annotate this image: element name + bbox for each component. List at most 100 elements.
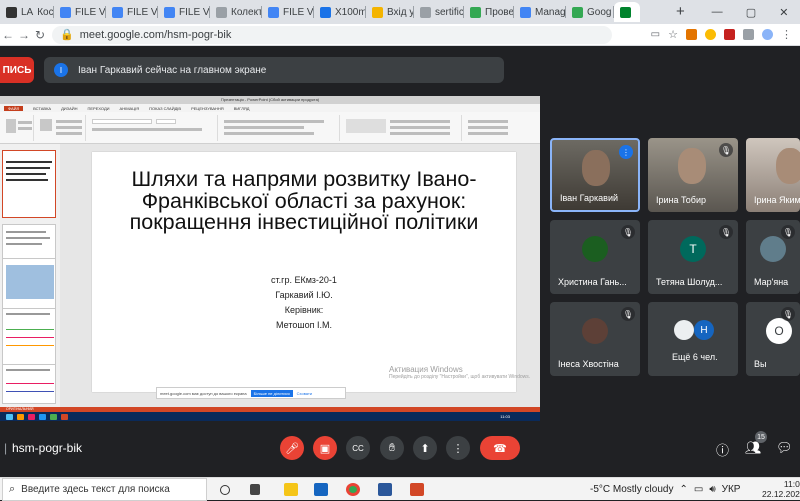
participant-tile[interactable]: О 🎙︎ Вы [746,302,800,376]
tab-label: FILE VI [283,6,314,18]
meeting-code-separator: | [4,441,8,455]
extension-icon[interactable] [705,29,716,40]
cortana-icon[interactable] [220,485,230,495]
more-options-button[interactable]: ⋮ [446,436,470,460]
tab-favicon-icon [520,6,531,18]
tab-label: Прове [485,6,514,18]
tray-chevron-icon[interactable]: ⌃ [679,484,687,495]
slide-thumbnail[interactable] [2,150,56,218]
menu-dots-icon[interactable]: ⋮ [781,28,792,41]
tab-label: FILE VI [75,6,106,18]
more-vert-icon: ⋮ [452,442,464,455]
close-icon[interactable]: ✕ [779,6,788,19]
tab-label: FILE VI [127,6,158,18]
ribbon-tab: ФАЙЛ [4,105,24,111]
slide-author: Гаркавий І.Ю. [275,290,333,300]
browser-tab[interactable]: × [614,2,640,22]
browser-tab[interactable]: sertific× [414,2,464,22]
slide-thumbnails [0,144,60,407]
captions-icon: CC [352,443,364,453]
taskbar-search[interactable]: ⌕ Введите здесь текст для поиска [2,478,207,501]
info-icon[interactable]: ⓘ [716,440,729,459]
stop-sharing-button[interactable]: Більше не ділитися [250,389,293,397]
puzzle-icon[interactable] [743,29,754,40]
chrome-icon[interactable] [346,483,360,496]
captions-button[interactable]: CC [346,436,370,460]
tab-favicon-icon [420,6,431,18]
reload-icon[interactable]: ↻ [32,28,48,42]
maximize-icon[interactable]: ▢ [746,6,756,19]
browser-tab[interactable]: X100m× [314,2,366,22]
raise-hand-button[interactable]: ✋︎ [380,436,404,460]
browser-tab[interactable]: Вхід у× [366,2,414,22]
chat-icon[interactable]: 💬︎ [776,440,793,456]
slide-thumbnail[interactable] [2,308,56,368]
microphone-toggle[interactable]: 🎤︎ [280,436,304,460]
weather-text[interactable]: -5°C Mostly cloudy [590,484,673,495]
participant-tile[interactable]: Н Ещё 6 чел. [648,302,738,376]
powerpoint-icon[interactable] [410,483,424,496]
network-icon[interactable]: ▭ [694,484,703,495]
taskbar-app-icon [61,413,68,420]
windows-taskbar: ⌕ Введите здесь текст для поиска -5°C Mo… [0,477,800,501]
address-bar[interactable]: 🔒 meet.google.com/hsm-pogr-bik [52,25,612,44]
extension-icon[interactable] [686,29,697,40]
back-icon[interactable]: ← [0,28,16,42]
browser-tab[interactable]: FILE VI× [262,2,314,22]
speaking-indicator-icon: ⋮ [619,145,633,159]
browser-tab[interactable]: LAКосме× [0,2,54,22]
tab-label: FILE VI [179,6,210,18]
task-view-icon[interactable] [250,484,260,495]
present-button[interactable]: ⬆ [413,436,437,460]
extension-icon[interactable] [724,29,735,40]
participant-avatar [760,236,786,262]
participant-avatar [674,320,694,340]
search-placeholder: Введите здесь текст для поиска [21,484,170,495]
bookmark-star-icon[interactable]: ☆ [668,28,678,41]
browser-tab[interactable]: Колект× [210,2,262,22]
forward-icon[interactable]: → [16,28,32,42]
browser-tab[interactable]: FILE VI× [54,2,106,22]
browser-tab[interactable]: Manag× [514,2,566,22]
participant-tile[interactable]: Т 🎙︎ Тетяна Шолуд... [648,220,738,294]
participant-tile[interactable]: 🎙︎ Христина Гань... [550,220,640,294]
leave-call-button[interactable]: ☎︎ [480,436,520,460]
participant-tile[interactable]: 🎙︎ Інеса Хвостіна [550,302,640,376]
slide-thumbnail[interactable] [2,364,56,404]
recording-indicator[interactable]: ПИСЬ [0,57,34,83]
participant-tile[interactable]: Ірина Якимч [746,138,800,212]
mic-off-icon: 🎙︎ [781,307,795,321]
browser-tab[interactable]: FILE VI× [106,2,158,22]
word-icon[interactable] [378,483,392,496]
browser-tab[interactable]: Прове× [464,2,514,22]
participant-name: Христина Гань... [558,277,627,287]
profile-avatar[interactable] [762,29,773,40]
ribbon-group-slides [36,115,86,141]
minimize-icon[interactable]: — [712,6,723,18]
slide-advisor: Метошоп І.М. [276,320,332,330]
camera-toggle[interactable]: ▣ [313,436,337,460]
camera-icon[interactable]: ▭ [651,29,660,40]
store-icon[interactable] [314,483,328,496]
participant-name: Ірина Тобир [656,195,706,205]
participant-tile[interactable]: 🎙︎ Ірина Тобир [648,138,738,212]
taskbar-clock[interactable]: 11:03 22.12.2021 [762,479,800,499]
new-tab-button[interactable]: + [676,3,685,20]
ribbon-tab: АНІМАЦІЯ [119,105,140,111]
hide-button[interactable]: Сховати [297,391,312,396]
browser-tab[interactable]: FILE VI× [158,2,210,22]
shared-windows-taskbar: 11:03 [0,412,540,421]
participant-count-badge: 15 [755,431,767,443]
participant-tile[interactable]: ⋮ Іван Гаркавий [550,138,640,212]
ribbon-tab: ДИЗАЙН [61,105,78,111]
participant-tile[interactable]: 🎙︎ Мар'яна [746,220,800,294]
toolbar-extensions: ▭ ☆ ⋮ [651,28,800,41]
taskbar-app-icon [50,413,57,420]
activation-text: Перейдіть до розділу "Настройки", щоб ак… [389,374,531,380]
language-indicator[interactable]: УКР [722,484,741,495]
browser-tab[interactable]: Goog× [566,2,614,22]
file-explorer-icon[interactable] [284,483,298,496]
tab-favicon-icon [620,6,631,18]
slide-thumbnail[interactable] [2,258,56,312]
volume-icon[interactable]: 🔊︎ [709,484,715,495]
